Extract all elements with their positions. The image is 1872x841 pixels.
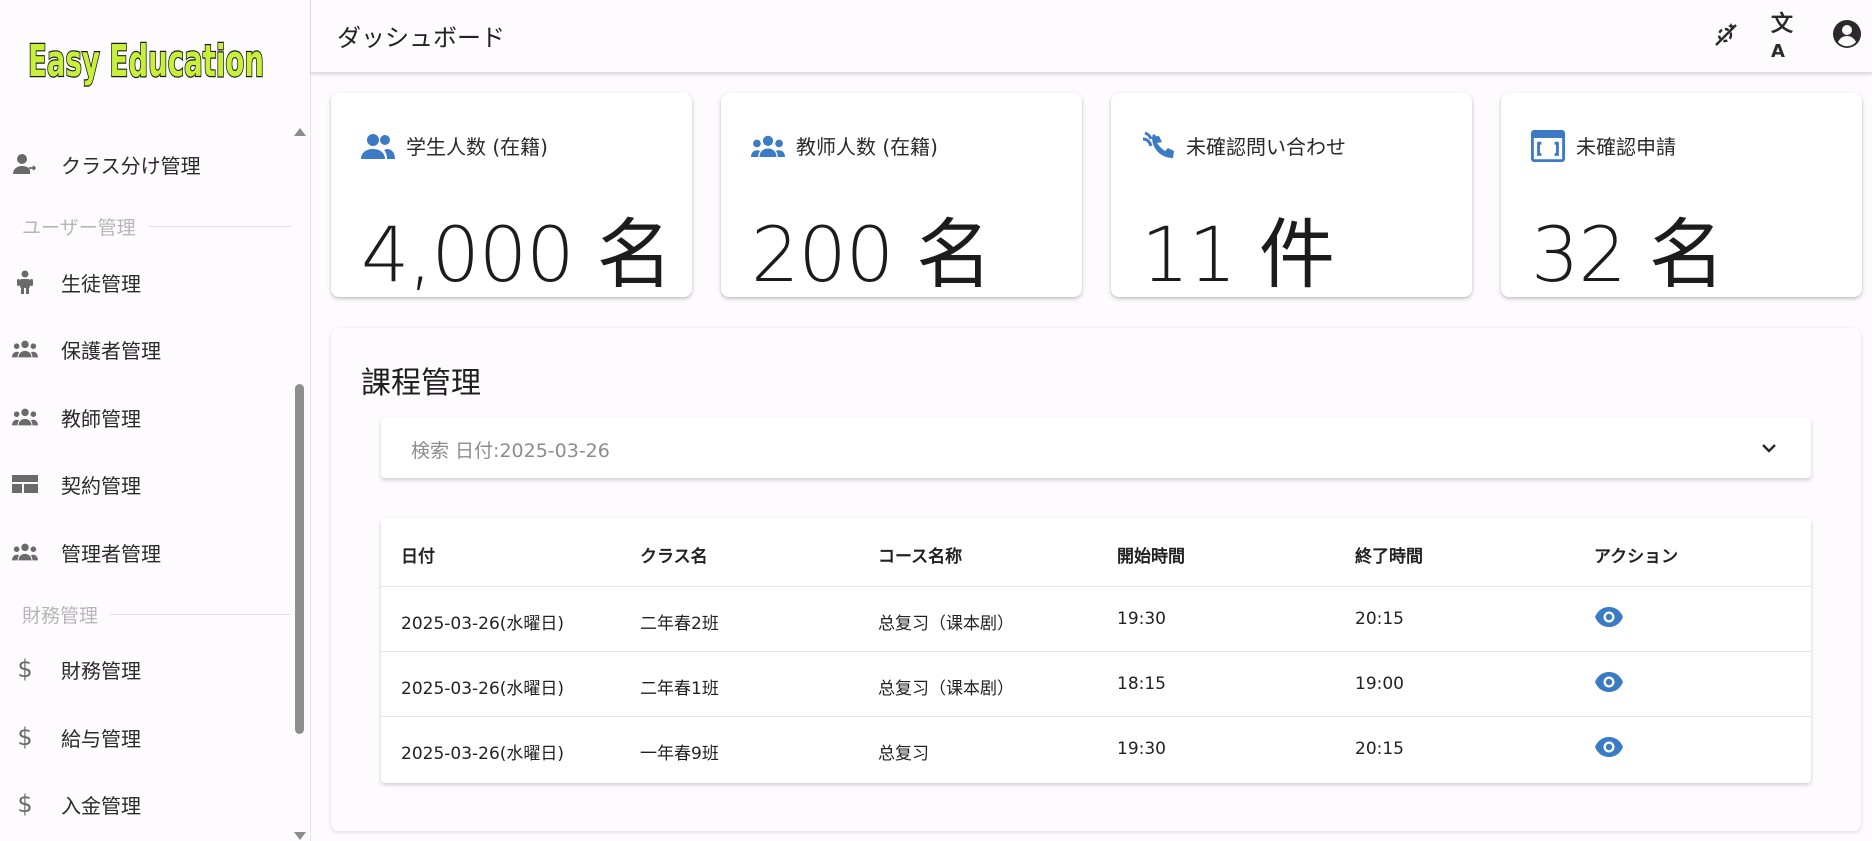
translate-icon[interactable]: 文A	[1771, 12, 1803, 62]
section-label: ユーザー管理	[22, 212, 148, 240]
cell-start: 18:15	[1117, 674, 1166, 694]
table-row: 2025-03-26(水曜日) 二年春1班 总复习（课本剧） 18:15 19:…	[381, 652, 1811, 717]
stat-card-applications: 未確認申請 32 名	[1501, 93, 1862, 299]
sidebar-item-class-assignment[interactable]: クラス分け管理	[0, 137, 295, 191]
stat-label: 学生人数 (在籍)	[406, 135, 548, 159]
stat-value: 11 件	[1141, 210, 1335, 299]
stat-card-teachers: 教师人数 (在籍) 200 名	[721, 93, 1082, 299]
calendar-view-icon	[1531, 129, 1565, 163]
cell-course: 总复习（课本剧）	[878, 679, 1014, 699]
stat-card-students: 学生人数 (在籍) 4,000 名	[331, 93, 692, 299]
sidebar-item-admins[interactable]: 管理者管理	[0, 525, 295, 579]
cell-date: 2025-03-26(水曜日)	[401, 679, 565, 699]
column-header-start[interactable]: 開始時間	[1117, 542, 1185, 567]
scroll-down-arrow-icon[interactable]	[294, 832, 306, 840]
sidebar-item-finance[interactable]: $ 財務管理	[0, 642, 295, 696]
scroll-thumb[interactable]	[295, 384, 304, 734]
view-eye-icon[interactable]	[1594, 670, 1624, 694]
column-header-action: アクション	[1594, 547, 1679, 567]
sidebar-item-label: クラス分け管理	[61, 153, 201, 178]
column-header-course[interactable]: コース名称	[878, 542, 962, 567]
sidebar-item-label: 給与管理	[61, 726, 141, 751]
section-header-users: ユーザー管理	[0, 211, 295, 241]
call-received-icon	[1141, 129, 1175, 163]
dollar-icon: $	[17, 723, 33, 751]
course-table: 日付 クラス名 コース名称 開始時間 終了時間 アクション 2025-03-26…	[381, 518, 1811, 783]
course-management-panel: 課程管理 検索 日付:2025-03-26 日付 クラス名 コース名称 開始時間…	[331, 328, 1861, 831]
cell-end: 20:15	[1355, 609, 1404, 629]
view-eye-icon[interactable]	[1594, 735, 1624, 759]
groups-icon	[12, 337, 38, 361]
cell-class: 二年春2班	[640, 614, 719, 634]
column-header-end[interactable]: 終了時間	[1355, 542, 1423, 567]
sidebar-item-label: 財務管理	[61, 658, 141, 683]
sidebar-item-contracts[interactable]: 契約管理	[0, 457, 295, 511]
sidebar-item-label: 生徒管理	[61, 271, 141, 296]
sidebar-item-label: 管理者管理	[61, 541, 161, 566]
column-header-date[interactable]: 日付	[401, 542, 435, 567]
scroll-up-arrow-icon[interactable]	[294, 128, 306, 136]
cell-date: 2025-03-26(水曜日)	[401, 744, 565, 764]
page-title: ダッシュボード	[337, 24, 505, 52]
sidebar-item-teachers[interactable]: 教師管理	[0, 390, 295, 444]
sidebar-item-label: 入金管理	[61, 793, 141, 818]
cell-course: 总复习（课本剧）	[878, 614, 1014, 634]
cell-end: 19:00	[1355, 674, 1404, 694]
cell-start: 19:30	[1117, 609, 1166, 629]
app-logo[interactable]: Easy Education	[24, 28, 269, 88]
divider	[147, 225, 291, 227]
dollar-icon: $	[17, 790, 33, 818]
table-row: 2025-03-26(水曜日) 一年春9班 总复习 19:30 20:15	[381, 717, 1811, 782]
stat-value: 200 名	[751, 210, 992, 299]
table-header: 日付 クラス名 コース名称 開始時間 終了時間 アクション	[381, 518, 1811, 587]
sidebar-scrollbar[interactable]	[291, 124, 307, 841]
section-header-finance: 財務管理	[0, 599, 295, 629]
cell-date: 2025-03-26(水曜日)	[401, 614, 565, 634]
sidebar-item-label: 契約管理	[61, 473, 141, 498]
search-summary: 検索 日付:2025-03-26	[411, 440, 610, 462]
stat-label: 教师人数 (在籍)	[796, 135, 938, 159]
stat-card-inquiries: 未確認問い合わせ 11 件	[1111, 93, 1472, 299]
table-icon	[12, 472, 38, 496]
logo-text: Easy Education	[28, 36, 264, 87]
divider	[110, 613, 291, 615]
sidebar-item-label: 保護者管理	[61, 338, 161, 363]
cell-class: 一年春9班	[640, 744, 719, 764]
cell-end: 20:15	[1355, 739, 1404, 759]
view-eye-icon[interactable]	[1594, 605, 1624, 629]
sidebar-item-label: 教師管理	[61, 406, 141, 431]
stat-label: 未確認問い合わせ	[1186, 135, 1346, 159]
child-icon	[12, 270, 38, 294]
cell-start: 19:30	[1117, 739, 1166, 759]
sidebar: Easy Education クラス分け管理 ユーザー管理 生徒管理 保護者管理…	[0, 0, 311, 841]
groups-icon	[751, 129, 785, 163]
person-assign-icon	[12, 152, 38, 176]
theme-toggle-icon[interactable]	[1710, 18, 1742, 50]
stat-value: 32 名	[1531, 210, 1725, 299]
search-accordion[interactable]: 検索 日付:2025-03-26	[381, 418, 1811, 478]
people-icon	[361, 129, 395, 163]
stat-value: 4,000 名	[361, 210, 673, 299]
column-header-class[interactable]: クラス名	[640, 542, 708, 567]
chevron-down-icon[interactable]	[1757, 436, 1781, 460]
dollar-icon: $	[17, 655, 33, 683]
table-row: 2025-03-26(水曜日) 二年春2班 总复习（课本剧） 19:30 20:…	[381, 587, 1811, 652]
section-label: 財務管理	[22, 600, 111, 628]
sidebar-item-guardians[interactable]: 保護者管理	[0, 322, 295, 376]
groups-icon	[12, 405, 38, 429]
cell-course: 总复习	[878, 744, 929, 764]
account-circle-icon[interactable]	[1831, 18, 1863, 50]
groups-icon	[12, 540, 38, 564]
stat-label: 未確認申請	[1576, 135, 1676, 159]
sidebar-item-salary[interactable]: $ 給与管理	[0, 710, 295, 764]
panel-title: 課程管理	[361, 366, 481, 401]
sidebar-item-payments[interactable]: $ 入金管理	[0, 777, 295, 831]
top-app-bar: ダッシュボード 文A	[311, 0, 1872, 73]
cell-class: 二年春1班	[640, 679, 719, 699]
sidebar-item-students[interactable]: 生徒管理	[0, 255, 295, 309]
